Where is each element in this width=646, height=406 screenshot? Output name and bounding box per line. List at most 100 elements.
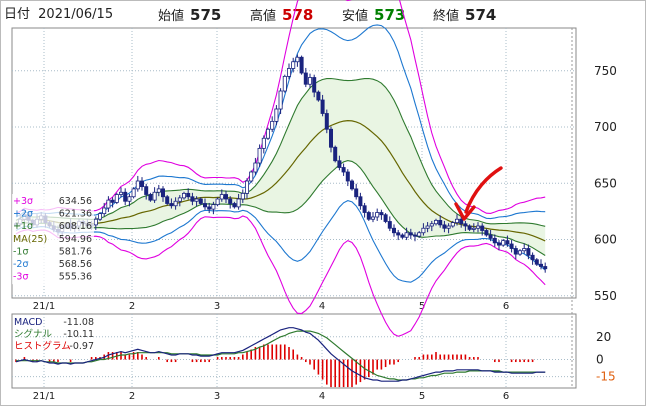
legend-value: 608.16 xyxy=(59,221,92,232)
legend-label: -2σ xyxy=(13,259,29,270)
candle-body xyxy=(429,223,434,227)
chart-svg: 55060065070075021/1 2 3 4 5 621/1 2 3 4 5 6+3σ 634.… xyxy=(0,0,646,406)
candle-body xyxy=(228,198,233,204)
candle-body xyxy=(425,225,430,229)
legend-label: -3σ xyxy=(13,272,29,283)
candle-body xyxy=(219,194,224,200)
sub-y-tick-label: -15 xyxy=(596,370,616,384)
candle-body xyxy=(286,68,291,77)
sub-legend-value: -11.08 xyxy=(63,317,94,328)
candle-body xyxy=(135,180,140,190)
sub-legend-label: シグナル xyxy=(14,328,53,340)
x-tick-label: 4 xyxy=(319,391,325,402)
candle-body xyxy=(173,200,178,207)
candle-body xyxy=(337,160,342,168)
candle-body xyxy=(265,128,270,139)
candle-body xyxy=(320,99,325,114)
candle-body xyxy=(98,213,103,220)
candle-body xyxy=(278,90,283,110)
candle-body xyxy=(417,232,422,237)
legend-value: 634.56 xyxy=(59,196,92,207)
sub-y-tick-label: 20 xyxy=(596,330,611,344)
legend-value: 581.76 xyxy=(59,246,92,257)
candle-body xyxy=(110,199,115,203)
candle-body xyxy=(391,227,396,234)
y-tick-label: 700 xyxy=(594,120,617,134)
candle-body xyxy=(274,108,279,122)
candle-body xyxy=(198,198,203,204)
candle-body xyxy=(169,203,174,207)
candle-body xyxy=(438,219,443,226)
sub-legend-value: -10.11 xyxy=(63,329,94,340)
candle-body xyxy=(526,248,531,256)
legend-value: 555.36 xyxy=(59,272,92,283)
candle-body xyxy=(366,212,371,220)
candle-body xyxy=(484,230,489,236)
candle-body xyxy=(131,188,136,198)
candle-body xyxy=(412,234,417,237)
candle-body xyxy=(362,205,367,213)
candle-body xyxy=(522,248,527,252)
candle-body xyxy=(307,77,312,85)
legend-label: +3σ xyxy=(13,196,33,207)
legend-label: MA(25) xyxy=(13,234,47,245)
candle-body xyxy=(379,212,384,216)
candle-body xyxy=(450,222,455,227)
candle-body xyxy=(177,197,182,202)
candle-body xyxy=(349,180,354,190)
candle-body xyxy=(114,194,119,203)
x-tick-label: 21/1 xyxy=(33,391,55,402)
candle-body xyxy=(316,91,321,101)
legend-value: 568.56 xyxy=(59,259,92,270)
candle-body xyxy=(496,242,501,246)
candle-body xyxy=(463,223,468,227)
candle-body xyxy=(160,188,165,198)
candle-body xyxy=(312,77,317,93)
candle-body xyxy=(165,196,170,204)
candle-body xyxy=(156,188,161,193)
candle-body xyxy=(543,266,548,270)
legend-label: +1σ xyxy=(13,221,33,232)
candle-body xyxy=(534,259,539,265)
candle-body xyxy=(93,218,98,226)
candle-body xyxy=(190,196,195,202)
candle-body xyxy=(475,225,480,229)
candle-body xyxy=(433,219,438,225)
legend-label: -1σ xyxy=(13,246,29,257)
x-tick-label: 5 xyxy=(419,391,425,402)
candle-body xyxy=(291,61,296,69)
candle-body xyxy=(408,232,413,236)
candle-body xyxy=(207,206,212,210)
x-tick-label: 2 xyxy=(129,391,135,402)
candle-body xyxy=(358,196,363,207)
candle-body xyxy=(370,216,375,220)
candle-body xyxy=(123,191,128,202)
candle-body xyxy=(375,212,380,218)
sub-y-tick-label: 0 xyxy=(596,353,604,367)
candle-body xyxy=(186,192,191,198)
sub-legend-value: -0.97 xyxy=(69,341,94,352)
candle-body xyxy=(505,240,510,245)
candle-body xyxy=(152,191,157,201)
sub-legend-label: MACD xyxy=(14,317,42,328)
x-tick-label: 6 xyxy=(503,391,509,402)
candle-body xyxy=(513,248,518,255)
sub-legend-label: ヒストグラム xyxy=(14,340,71,352)
candle-body xyxy=(471,227,476,230)
candle-body xyxy=(324,113,329,130)
candle-body xyxy=(396,232,401,236)
candle-body xyxy=(328,128,333,148)
candle-body xyxy=(530,254,535,261)
candle-body xyxy=(223,194,228,200)
candle-body xyxy=(148,194,153,201)
candle-body xyxy=(282,75,287,92)
candle-body xyxy=(480,225,485,231)
candle-body xyxy=(244,180,249,194)
legend-value: 594.96 xyxy=(59,234,92,245)
candle-body xyxy=(341,167,346,173)
x-tick-label: 3 xyxy=(214,301,220,312)
y-tick-label: 550 xyxy=(594,289,617,303)
candle-body xyxy=(202,203,207,208)
candle-body xyxy=(303,72,308,85)
candle-body xyxy=(181,192,186,199)
